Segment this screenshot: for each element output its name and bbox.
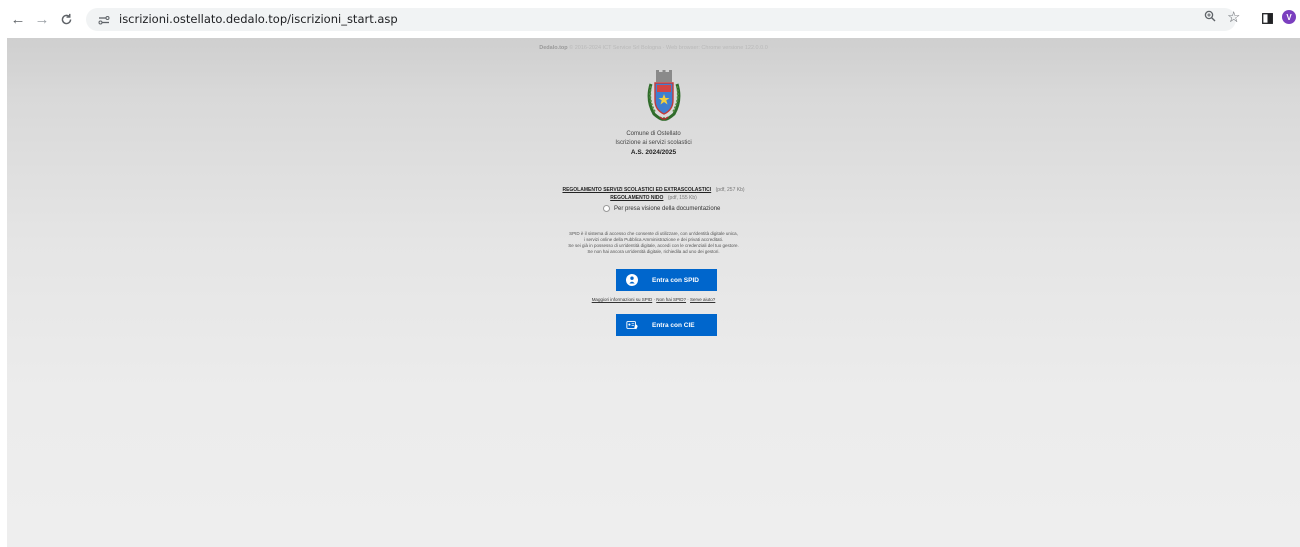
regolamento-nido-link[interactable]: REGOLAMENTO NIDO <box>610 195 663 201</box>
help-links: Maggiori informazioni su SPID · Non hai … <box>591 297 716 302</box>
acknowledge-radio[interactable] <box>603 205 610 212</box>
header-info: Dedalo.top © 2016-2024 ICT Service Srl B… <box>7 45 1300 51</box>
spid-user-icon <box>626 274 638 286</box>
spid-info-line: i servizi online della Pubblica Amminist… <box>583 237 724 242</box>
reload-icon[interactable] <box>56 9 76 29</box>
spid-info-line: Se non hai ancora un'identità digitale, … <box>587 249 720 254</box>
cie-button-label: Entra con CIE <box>652 321 695 329</box>
site-settings-icon[interactable] <box>96 12 111 27</box>
acknowledge-label[interactable]: Per presa visione della documentazione <box>614 206 720 212</box>
acknowledge-row[interactable]: Per presa visione della documentazione <box>603 204 720 213</box>
star-icon[interactable]: ☆ <box>1227 8 1240 26</box>
address-bar[interactable]: iscrizioni.ostellato.dedalo.top/iscrizio… <box>86 8 1236 31</box>
side-panel-icon[interactable] <box>1262 11 1273 24</box>
brand-name: Dedalo.top <box>539 45 568 51</box>
spid-login-button[interactable]: Entra con SPID <box>616 269 717 291</box>
cie-login-button[interactable]: Entra con CIE <box>616 314 717 336</box>
spid-info-link[interactable]: Maggiori informazioni su SPID <box>592 297 653 302</box>
school-year: A.S. 2024/2025 <box>630 149 677 156</box>
zoom-icon[interactable] <box>1204 10 1216 25</box>
url-text[interactable]: iscrizioni.ostellato.dedalo.top/iscrizio… <box>119 12 398 26</box>
spid-button-label: Entra con SPID <box>652 276 699 284</box>
header-text: © 2016-2024 ICT Service Srl Bologna · We… <box>569 45 768 51</box>
spid-info-line: SPID è il sistema di accesso che consent… <box>569 231 738 236</box>
forward-icon[interactable]: → <box>32 9 52 29</box>
profile-avatar[interactable]: V <box>1282 10 1296 24</box>
comune-name: Comune di Ostellato <box>626 131 681 137</box>
help-link[interactable]: Serve aiuto? <box>690 297 715 302</box>
document-row: REGOLAMENTO NIDO (pdf, 155 Kb) <box>7 186 1300 204</box>
spid-info-line: Se sei già in possesso di un'identità di… <box>568 243 739 248</box>
back-icon[interactable]: ← <box>8 9 28 29</box>
cie-card-icon <box>626 319 638 331</box>
browser-toolbar: ← → iscrizioni.ostellato.dedalo.top/iscr… <box>0 0 1300 38</box>
file-size: (pdf, 155 Kb) <box>667 195 697 201</box>
page-viewport: Dedalo.top © 2016-2024 ICT Service Srl B… <box>7 38 1300 547</box>
municipal-crest-icon <box>647 70 681 121</box>
page-subtitle: Iscrizione ai servizi scolastici <box>615 140 692 146</box>
no-spid-link[interactable]: Non hai SPID? <box>656 297 686 302</box>
